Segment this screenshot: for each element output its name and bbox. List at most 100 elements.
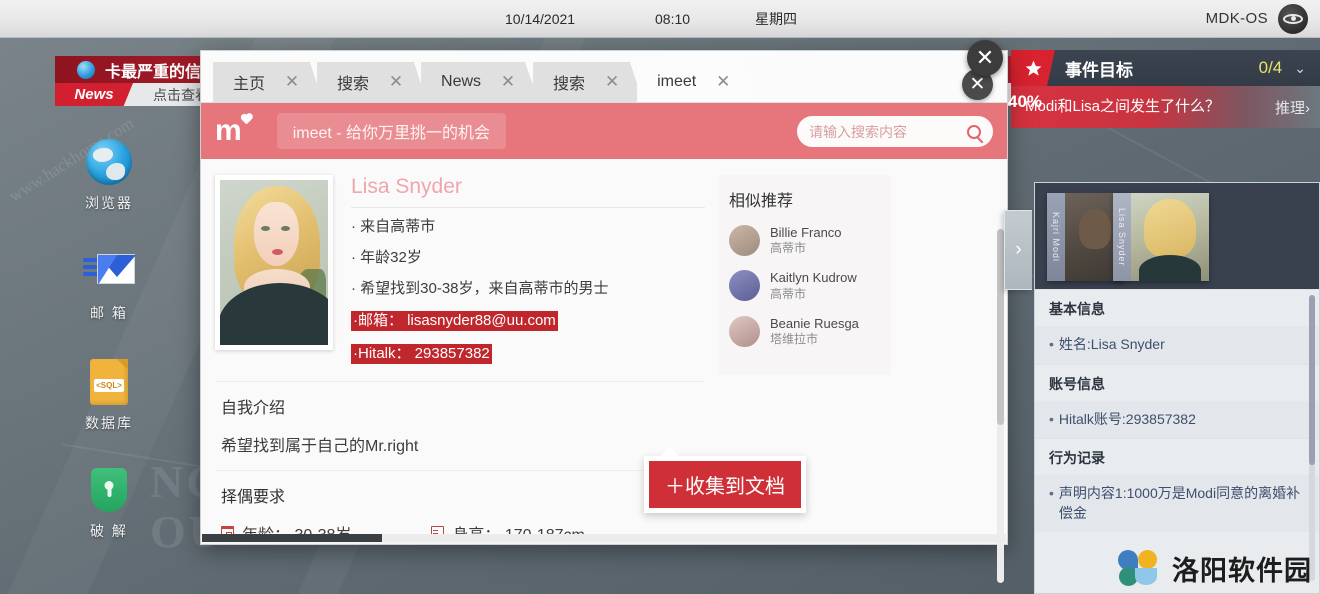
dock-item-database[interactable]: <SQL> 数据库 [54, 355, 164, 433]
list-item[interactable]: Billie Franco 高蒂市 [729, 225, 881, 257]
profile-line-age: · 年龄32岁 [351, 249, 422, 266]
system-weekday: 星期四 [755, 10, 797, 27]
profile-line-hitalk[interactable]: ·Hitalk： 293857382 [351, 344, 492, 364]
imeet-logo-text: m [215, 114, 242, 147]
character-card-name: Kajri Modi [1047, 193, 1065, 281]
tab-label: 搜索 [553, 76, 586, 93]
panel-collapse-button[interactable]: › [1004, 210, 1032, 290]
event-goal-title: 事件目标 [1065, 60, 1133, 80]
self-introduction-text: 希望找到属于自己的Mr.right [221, 438, 419, 455]
browser-window: 主页 ✕ 搜索 ✕ News ✕ 搜索 ✕ imeet ✕ ✕ m imeet … [200, 50, 1008, 583]
list-item[interactable]: Beanie Ruesga 塔维拉市 [729, 316, 881, 347]
avatar [729, 225, 760, 257]
dock-item-mail[interactable]: 邮 箱 [54, 245, 164, 323]
system-date: 10/14/2021 [505, 10, 576, 27]
chevron-down-icon[interactable]: ⌄ [1294, 60, 1306, 77]
recommend-name: Billie Franco [770, 225, 842, 240]
close-icon[interactable]: ✕ [601, 71, 623, 93]
browser-tab-imeet[interactable]: imeet ✕ [637, 62, 755, 102]
info-row-text: Hitalk账号:293857382 [1058, 410, 1196, 427]
collect-to-document-tooltip[interactable]: ＋收集到文档 [644, 447, 806, 513]
quest-text: Modi和Lisa之间发生了什么？ [1025, 98, 1221, 116]
character-card-name: Lisa Snyder [1113, 193, 1131, 281]
profile-line-seeking: · 希望找到30-38岁，来自高蒂市的男士 [351, 280, 609, 297]
avatar [729, 315, 760, 347]
mail-icon [54, 245, 164, 299]
tab-label: imeet [657, 73, 697, 90]
search-input[interactable]: 请输入搜索内容 [797, 116, 993, 147]
profile-line-city: · 来自高蒂市 [351, 218, 436, 235]
browser-tab-news[interactable]: News ✕ [421, 62, 540, 102]
profile-column: Lisa Snyder · 来自高蒂市 · 年龄32岁 · 希望找到30-38岁… [215, 175, 705, 539]
tab-label: 主页 [233, 76, 266, 93]
recommend-name: Kaitlyn Kudrow [770, 270, 857, 286]
profile-line-email[interactable]: ·邮箱： lisasnyder88@uu.com [351, 311, 558, 331]
browser-tab-home[interactable]: 主页 ✕ [213, 62, 324, 102]
dock-item-browser[interactable]: 浏览器 [54, 135, 164, 213]
dock-item-label: 破 解 [90, 523, 128, 539]
character-card-strip: Kajri Modi Lisa Snyder [1035, 183, 1319, 289]
avatar [729, 270, 760, 302]
imeet-header: m imeet - 给你万里挑一的机会 请输入搜索内容 [201, 103, 1007, 159]
page-vertical-scrollbar[interactable] [997, 229, 1004, 583]
bullet-icon: • [1049, 410, 1054, 427]
info-group-basic: 基本信息 • 姓名:Lisa Snyder [1035, 289, 1319, 364]
info-row: • Hitalk账号:293857382 [1035, 400, 1319, 439]
quest-row[interactable]: Modi和Lisa之间发生了什么？ 推理› [1011, 86, 1320, 128]
database-file-icon: <SQL> [54, 355, 164, 409]
star-icon [1011, 50, 1055, 86]
shield-lock-icon [54, 463, 164, 517]
progress-percent: 40% [1008, 92, 1043, 111]
collect-to-document-button[interactable]: ＋收集到文档 [649, 461, 801, 508]
browser-tab-search-2[interactable]: 搜索 ✕ [533, 62, 644, 102]
close-icon[interactable]: ✕ [281, 71, 303, 93]
self-introduction-title: 自我介绍 [221, 400, 286, 417]
watermark-text: 洛阳软件园 [1172, 555, 1312, 586]
bullet-icon: • [1049, 485, 1054, 502]
info-row: • 姓名:Lisa Snyder [1035, 326, 1319, 364]
dock-item-label: 数据库 [85, 415, 133, 431]
info-group-behavior: 行为记录 • 声明内容1:1000万是Modi同意的离婚补偿金 [1035, 438, 1319, 533]
recommend-city: 塔维拉市 [770, 331, 819, 346]
tab-label: 搜索 [337, 76, 370, 93]
info-row-text: 声明内容1:1000万是Modi同意的离婚补偿金 [1058, 485, 1301, 521]
recommend-city: 高蒂市 [770, 286, 807, 301]
dock-item-label: 邮 箱 [90, 305, 128, 321]
dock-item-crack[interactable]: 破 解 [54, 463, 164, 541]
panel-scrollbar[interactable] [1309, 295, 1315, 581]
quest-link[interactable]: 推理› [1275, 97, 1310, 118]
watermark-logo-icon [1118, 548, 1162, 588]
search-icon[interactable] [967, 124, 981, 139]
globe-icon [54, 135, 164, 189]
event-goal-bar: 事件目标 0/4 ⌄ [1011, 50, 1320, 86]
character-card[interactable]: Lisa Snyder [1113, 193, 1209, 281]
system-time: 08:10 [655, 10, 691, 27]
site-watermark: 洛阳软件园 [1118, 548, 1312, 588]
profile-name: Lisa Snyder [351, 175, 705, 208]
recommend-city: 高蒂市 [770, 241, 807, 256]
dock-item-label: 浏览器 [85, 195, 133, 211]
search-placeholder: 请输入搜索内容 [809, 123, 907, 140]
news-badge: News [55, 83, 133, 106]
close-icon[interactable]: ✕ [385, 71, 407, 93]
info-row: • 声明内容1:1000万是Modi同意的离婚补偿金 [1035, 475, 1319, 533]
close-icon[interactable]: ✕ [497, 71, 519, 93]
imeet-slogan: imeet - 给你万里挑一的机会 [276, 113, 507, 149]
os-name: MDK-OS [1205, 10, 1268, 27]
browser-tab-search-1[interactable]: 搜索 ✕ [317, 62, 428, 102]
imeet-logo-icon[interactable]: m [215, 114, 252, 147]
imeet-page-body: Lisa Snyder · 来自高蒂市 · 年龄32岁 · 希望找到30-38岁… [201, 159, 1007, 539]
character-card-portrait [1131, 193, 1209, 281]
news-headline: 卡最严重的信 [105, 63, 202, 81]
browser-tab-bar: 主页 ✕ 搜索 ✕ News ✕ 搜索 ✕ imeet ✕ ✕ [201, 51, 1007, 103]
list-item[interactable]: Kaitlyn Kudrow 高蒂市 [729, 270, 881, 302]
character-info-panel: Kajri Modi Lisa Snyder 基本信息 • 姓名:Lisa Sn… [1034, 182, 1320, 594]
eye-logo-icon [1278, 3, 1308, 34]
page-horizontal-scrollbar[interactable] [202, 534, 1006, 542]
recommend-name: Beanie Ruesga [770, 315, 859, 331]
close-icon[interactable]: ✕ [712, 71, 734, 93]
info-row-text: 姓名:Lisa Snyder [1058, 336, 1165, 352]
close-overlay-button[interactable]: ✕ [967, 40, 1003, 76]
tab-label: News [441, 73, 482, 90]
info-group-header: 行为记录 [1049, 450, 1105, 467]
